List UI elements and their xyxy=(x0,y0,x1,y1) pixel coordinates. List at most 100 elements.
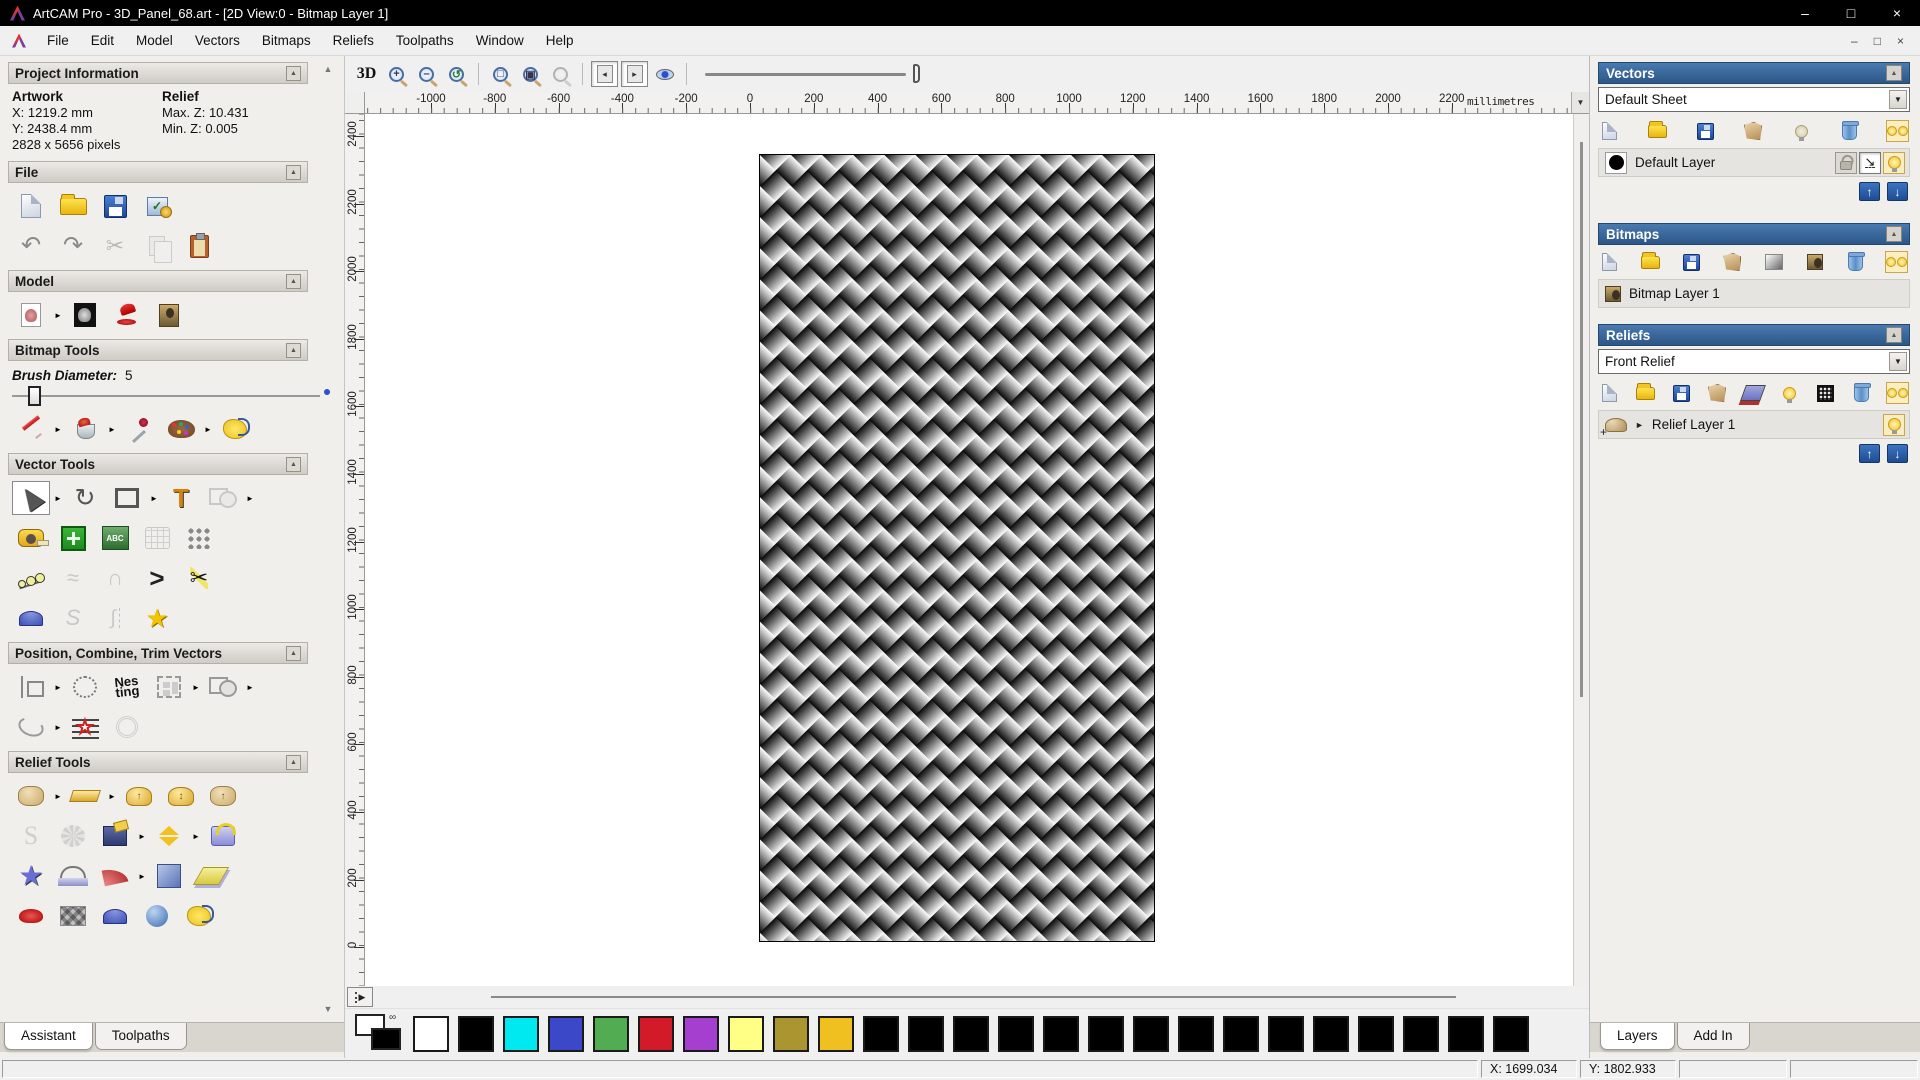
save-model-button[interactable] xyxy=(96,189,134,223)
collapse-section-button[interactable]: ▲ xyxy=(286,65,301,81)
palette-button[interactable] xyxy=(162,412,200,446)
block-copy-button[interactable] xyxy=(180,521,218,555)
measure-button[interactable] xyxy=(12,521,50,555)
move-relief-up-button[interactable]: ↑ xyxy=(1859,444,1880,463)
measure-tool-button[interactable] xyxy=(204,481,242,515)
palette-swatch-21[interactable] xyxy=(1358,1015,1394,1052)
palette-swatch-8[interactable] xyxy=(773,1015,809,1052)
show-all-bitmap-layers-button[interactable] xyxy=(1885,251,1909,273)
block-array-button[interactable] xyxy=(150,670,188,704)
merge-relief-layers-button[interactable] xyxy=(1706,382,1728,404)
flyout-arrow-icon[interactable]: ► xyxy=(54,311,62,320)
copy-button[interactable] xyxy=(138,229,176,263)
undo-button[interactable]: ↶ xyxy=(12,229,50,263)
fit-polyline-button[interactable]: ≈ xyxy=(54,561,92,595)
offset-relief-button[interactable] xyxy=(150,819,188,853)
expand-layer-icon[interactable]: ► xyxy=(1635,420,1644,430)
palette-swatch-1[interactable] xyxy=(458,1015,494,1052)
palette-swatch-7[interactable] xyxy=(728,1015,764,1052)
palette-swatch-18[interactable] xyxy=(1223,1015,1259,1052)
fillet-corner-button[interactable]: > xyxy=(138,561,176,595)
menu-vectors[interactable]: Vectors xyxy=(184,28,251,53)
brush-diameter-slider[interactable] xyxy=(12,385,330,407)
contrast-slider-handle[interactable] xyxy=(913,64,920,83)
spin-profile-button[interactable] xyxy=(12,601,50,635)
nesting-button[interactable]: Nes ting xyxy=(108,670,146,704)
show-all-relief-layers-button[interactable] xyxy=(1885,382,1909,404)
toggle-bitmap-visibility-button[interactable]: ◂ xyxy=(591,61,618,87)
sculpt-relief-button[interactable]: ↑ xyxy=(204,779,242,813)
vertical-scrollbar-thumb[interactable] xyxy=(1580,142,1583,697)
close-button[interactable]: × xyxy=(1874,0,1920,26)
relief-from-image-button[interactable] xyxy=(96,819,134,853)
bitmap-artwork-weave-pattern[interactable] xyxy=(759,154,1155,942)
palette-swatch-3[interactable] xyxy=(548,1015,584,1052)
cut-button[interactable]: ✂ xyxy=(96,229,134,263)
extend-curve-button[interactable]: S xyxy=(54,601,92,635)
palette-swatch-9[interactable] xyxy=(818,1015,854,1052)
dropdown-arrow-icon[interactable]: ▼ xyxy=(1889,352,1907,371)
vertical-scrollbar[interactable] xyxy=(1573,114,1589,986)
palette-swatch-4[interactable] xyxy=(593,1015,629,1052)
flyout-arrow-icon[interactable]: ► xyxy=(54,494,62,503)
relief-layer-visibility-button[interactable] xyxy=(1883,413,1905,436)
select-vectors-button[interactable] xyxy=(12,481,50,515)
palette-swatch-10[interactable] xyxy=(863,1015,899,1052)
smooth-relief-button[interactable]: ↑ xyxy=(120,779,158,813)
zoom-out-button[interactable]: – xyxy=(413,61,440,87)
merge-bitmap-layers-button[interactable] xyxy=(1721,251,1743,273)
palette-swatch-12[interactable] xyxy=(953,1015,989,1052)
iso-form-letters-button[interactable]: S xyxy=(12,819,50,853)
new-model-button[interactable] xyxy=(12,189,50,223)
layer-visibility-button[interactable] xyxy=(1883,151,1905,174)
flyout-arrow-icon[interactable]: ► xyxy=(192,683,200,692)
lock-layer-button[interactable] xyxy=(1835,151,1857,174)
ruler-options-button[interactable]: ▼ xyxy=(1571,92,1589,114)
align-vectors-button[interactable] xyxy=(12,670,50,704)
shape-editor-button[interactable] xyxy=(12,779,50,813)
extrude-relief-button[interactable] xyxy=(96,899,134,933)
create-rectangle-button[interactable] xyxy=(108,481,146,515)
delete-relief-layer-button[interactable] xyxy=(1850,382,1872,404)
zoom-in-button[interactable]: + xyxy=(383,61,410,87)
relief-layer-row[interactable]: ► Relief Layer 1 xyxy=(1598,410,1910,439)
vector-layer-name[interactable]: Default Layer xyxy=(1635,155,1715,170)
palette-swatch-23[interactable] xyxy=(1448,1015,1484,1052)
sphere-relief-button[interactable] xyxy=(138,899,176,933)
switch-to-3d-button[interactable]: 3D xyxy=(353,61,380,87)
zoom-previous-button[interactable]: ↺ xyxy=(443,61,470,87)
flyout-arrow-icon[interactable]: ► xyxy=(138,832,146,841)
save-relief-layer-button[interactable] xyxy=(1670,382,1692,404)
palette-swatch-15[interactable] xyxy=(1088,1015,1124,1052)
open-model-button[interactable] xyxy=(54,189,92,223)
weld-vectors-button[interactable] xyxy=(204,670,242,704)
relief-preview-button[interactable] xyxy=(1814,382,1836,404)
flyout-arrow-icon[interactable]: ► xyxy=(108,792,116,801)
delete-vector-layer-button[interactable] xyxy=(1838,120,1860,142)
redo-button[interactable]: ↷ xyxy=(54,229,92,263)
greyscale-contrast-slider[interactable] xyxy=(705,62,920,86)
weave-wizard-button[interactable] xyxy=(54,899,92,933)
palette-swatch-20[interactable] xyxy=(1313,1015,1349,1052)
text-on-curve-button[interactable] xyxy=(66,670,104,704)
collapse-reliefs-button[interactable]: ▲ xyxy=(1886,327,1902,343)
flyout-arrow-icon[interactable]: ► xyxy=(54,792,62,801)
palette-swatch-2[interactable] xyxy=(503,1015,539,1052)
create-flat-plane-button[interactable] xyxy=(66,779,104,813)
relief-visibility-button[interactable] xyxy=(1778,382,1800,404)
mirror-vectors-button[interactable]: ∫ xyxy=(96,601,134,635)
join-vectors-button[interactable] xyxy=(12,710,50,744)
slider-handle[interactable] xyxy=(28,386,41,406)
save-vector-layer-button[interactable] xyxy=(1694,120,1716,142)
two-rail-sweep-button[interactable] xyxy=(54,859,92,893)
wrap-relief-button[interactable] xyxy=(204,819,242,853)
palette-swatch-19[interactable] xyxy=(1268,1015,1304,1052)
primary-secondary-colours[interactable]: ∞ xyxy=(355,1012,413,1056)
palette-swatch-22[interactable] xyxy=(1403,1015,1439,1052)
colour-picker-button[interactable] xyxy=(120,412,158,446)
zoom-box-button[interactable]: □ xyxy=(487,61,514,87)
flyout-arrow-icon[interactable]: ► xyxy=(150,494,158,503)
collapse-section-button[interactable]: ▲ xyxy=(286,342,301,358)
link-colours-icon[interactable]: ∞ xyxy=(389,1012,396,1023)
flyout-arrow-icon[interactable]: ► xyxy=(54,723,62,732)
